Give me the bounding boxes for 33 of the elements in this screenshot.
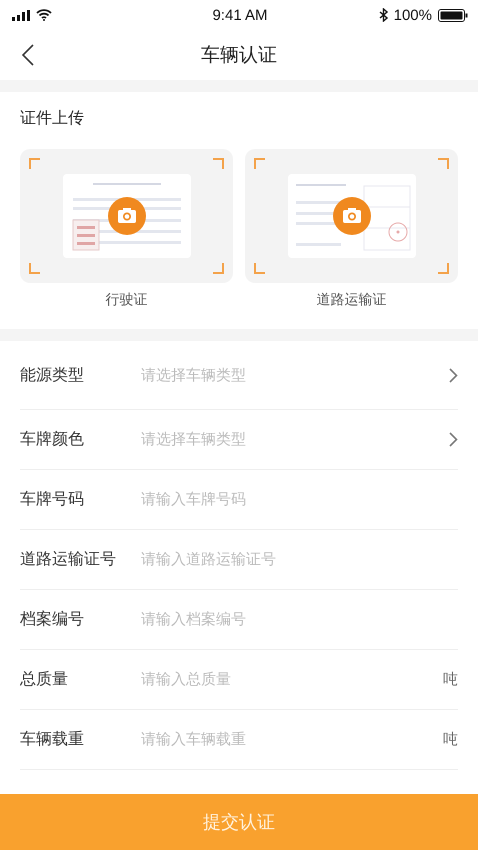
field-label: 车辆载重 [20, 729, 85, 750]
page-title: 车辆认证 [201, 43, 277, 68]
unit-label: 吨 [443, 670, 458, 689]
field-label: 车牌颜色 [20, 429, 85, 450]
field-label: 道路运输证号 [20, 549, 117, 570]
chevron-right-icon [449, 432, 458, 447]
select-field[interactable]: 请选择车辆类型 [141, 430, 449, 449]
select-field[interactable]: 请选择车辆类型 [141, 366, 449, 384]
section-title: 证件上传 [20, 108, 85, 129]
signal-icon [12, 10, 30, 20]
wifi-icon [36, 9, 52, 21]
chevron-right-icon [449, 368, 458, 382]
field-label: 总质量 [20, 669, 69, 690]
upload-card[interactable] [245, 149, 458, 283]
unit-label: 吨 [443, 730, 458, 749]
input-field[interactable]: 请输入道路运输证号 [141, 550, 458, 569]
field-label: 车牌号码 [20, 489, 85, 510]
input-field[interactable]: 请输入车辆载重 [141, 730, 443, 749]
card-caption: 道路运输证 [316, 291, 386, 309]
upload-card[interactable] [20, 149, 233, 283]
camera-icon [332, 197, 370, 235]
input-field[interactable]: 请输入车牌号码 [141, 490, 458, 509]
field-label: 档案编号 [20, 609, 85, 630]
field-label: 能源类型 [20, 364, 85, 386]
card-caption: 行驶证 [106, 291, 148, 309]
battery-icon [438, 8, 468, 22]
input-field[interactable]: 请输入档案编号 [141, 610, 458, 629]
camera-icon [108, 197, 146, 235]
bluetooth-icon [378, 8, 388, 22]
status-time: 9:41 AM [212, 6, 268, 24]
submit-button[interactable]: 提交认证 [0, 794, 478, 850]
input-field[interactable]: 请输入总质量 [141, 670, 443, 689]
battery-percent: 100% [394, 6, 432, 24]
